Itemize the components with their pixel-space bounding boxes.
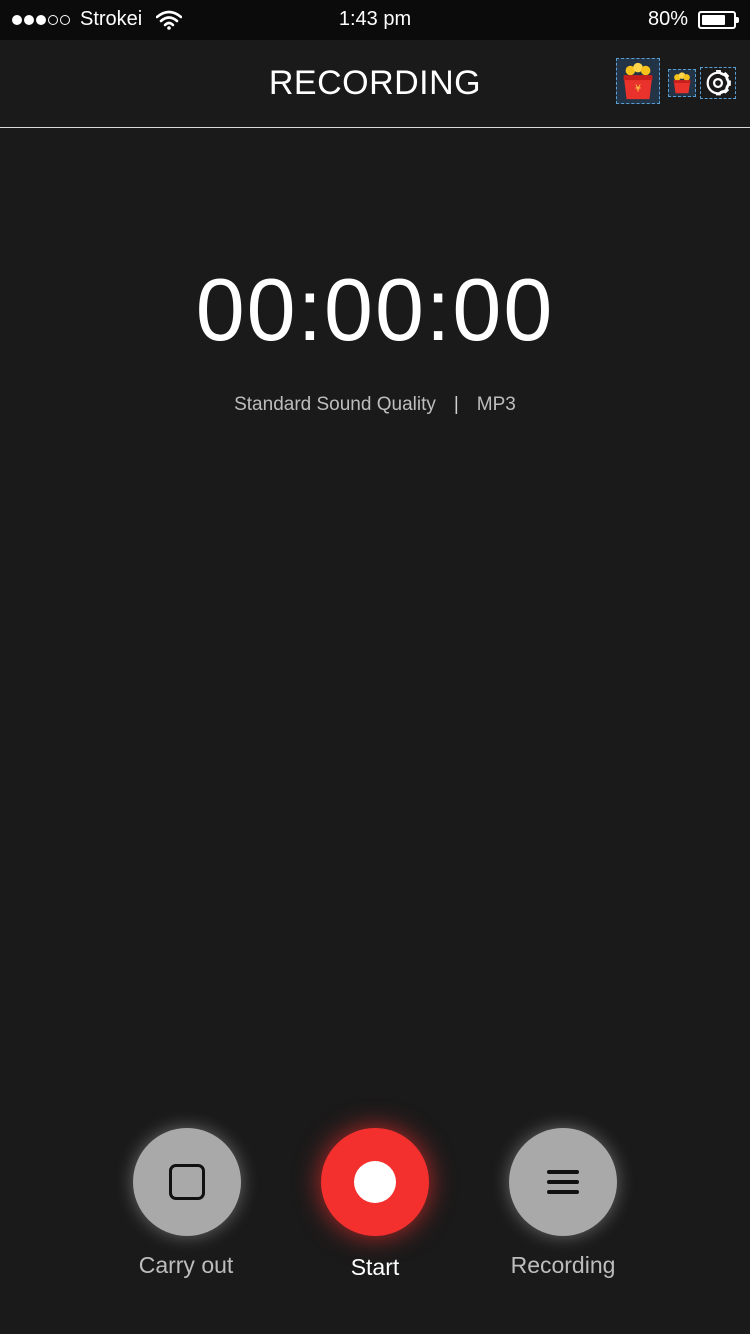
navigation-bar: RECORDING ¥ [0,40,750,128]
battery-fill [702,14,726,25]
quality-separator: | [453,394,459,415]
recordings-list-label: Recording [510,1252,616,1278]
record-dot-icon [354,1161,396,1203]
start-button[interactable] [321,1128,429,1236]
gift-box-small-icon[interactable] [668,69,696,97]
battery-percentage: 80% [647,8,688,30]
timer-display: 00:00:00 [195,260,555,359]
quality-info: Standard Sound Quality | MP3 [0,394,750,416]
format-label[interactable]: MP3 [477,394,516,415]
battery-icon [698,10,739,29]
carry-out-button[interactable] [133,1128,241,1236]
start-label: Start [350,1254,400,1280]
list-icon [547,1170,579,1194]
recordings-list-button[interactable] [509,1128,617,1236]
status-time: 1:43 pm [338,8,412,30]
carry-out-label: Carry out [138,1252,234,1278]
stop-square-icon [169,1164,205,1200]
status-right: 80% [647,8,739,31]
svg-text:¥: ¥ [635,84,641,95]
status-bar: Strokei 1:43 pm 80% [0,0,750,40]
gift-box-icon[interactable]: ¥ [616,58,660,104]
gear-icon[interactable] [700,67,736,99]
sound-quality-label[interactable]: Standard Sound Quality [234,394,436,415]
